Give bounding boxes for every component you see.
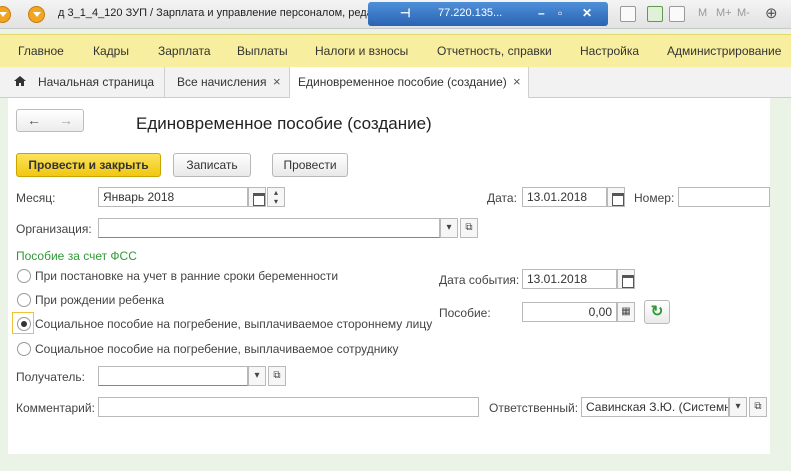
remote-session-bar[interactable]: ⊣ 77.220.135... – ▫ ✕ <box>368 2 608 26</box>
month-calendar-button[interactable] <box>248 187 266 207</box>
open-icon: ⧉ <box>754 401 762 412</box>
calendar-icon <box>622 275 634 288</box>
forward-arrow-icon[interactable]: → <box>51 111 81 130</box>
event-date-field[interactable]: 13.01.2018 <box>522 269 617 289</box>
radio-funeral-third-party-label[interactable]: Социальное пособие на погребение, выплач… <box>35 317 432 331</box>
radio-childbirth-label[interactable]: При рождении ребенка <box>35 293 164 307</box>
benefit-label: Пособие: <box>439 306 491 320</box>
comment-label: Комментарий: <box>16 401 95 415</box>
save-button[interactable]: Записать <box>173 153 251 177</box>
back-arrow-icon[interactable]: ← <box>19 111 49 130</box>
menu-personnel[interactable]: Кадры <box>93 44 129 58</box>
fss-group-title: Пособие за счет ФСС <box>16 249 137 263</box>
calendar-icon <box>612 193 624 206</box>
event-date-label: Дата события: <box>439 273 520 287</box>
chevron-down-icon: ▾ <box>446 222 452 233</box>
calculator-icon[interactable] <box>647 6 663 22</box>
tab-one-time-benefit-label: Единовременное пособие (создание) <box>298 75 507 89</box>
tab-home[interactable]: Начальная страница <box>0 67 165 97</box>
main-menu-bar: Главное Кадры Зарплата Выплаты Налоги и … <box>0 34 791 68</box>
calculator-icon: ▦ <box>621 306 631 317</box>
month-field[interactable]: Январь 2018 <box>98 187 248 207</box>
responsible-field[interactable]: Савинская З.Ю. (Системный <box>581 397 729 417</box>
responsible-label: Ответственный: <box>489 401 579 415</box>
home-icon <box>14 76 26 86</box>
recipient-dropdown-button[interactable]: ▾ <box>248 366 266 386</box>
open-icon: ⧉ <box>465 222 473 233</box>
calendar-icon <box>253 193 265 206</box>
date-field[interactable]: 13.01.2018 <box>522 187 607 207</box>
organization-open-button[interactable]: ⧉ <box>460 218 478 238</box>
memory-plus-button[interactable]: M+ <box>716 7 732 19</box>
calendar-icon[interactable] <box>669 6 685 22</box>
print-icon[interactable] <box>620 6 636 22</box>
recipient-field[interactable] <box>98 366 248 386</box>
organization-label: Организация: <box>16 222 92 236</box>
tab-home-label: Начальная страница <box>38 75 155 89</box>
radio-childbirth[interactable] <box>17 293 31 307</box>
memory-minus-button[interactable]: M- <box>737 7 750 19</box>
comment-field[interactable] <box>98 397 479 417</box>
responsible-dropdown-button[interactable]: ▾ <box>729 397 747 417</box>
post-button[interactable]: Провести <box>272 153 348 177</box>
page-title: Единовременное пособие (создание) <box>136 114 432 133</box>
organization-field[interactable] <box>98 218 440 238</box>
number-label: Номер: <box>634 191 675 205</box>
number-field[interactable] <box>678 187 770 207</box>
tab-all-accruals-label: Все начисления <box>177 75 267 89</box>
date-calendar-button[interactable] <box>607 187 625 207</box>
window-title: д 3_1_4_120 ЗУП / Зарплата и управление … <box>58 7 388 19</box>
pin-icon[interactable]: ⊣ <box>400 6 410 20</box>
organization-dropdown-button[interactable]: ▾ <box>440 218 458 238</box>
restore-icon[interactable]: ▫ <box>558 6 562 20</box>
close-tab-icon[interactable]: × <box>273 74 281 89</box>
window-title-bar: д 3_1_4_120 ЗУП / Зарплата и управление … <box>0 0 791 29</box>
menu-payments[interactable]: Выплаты <box>237 44 288 58</box>
refresh-button[interactable]: ↻ <box>644 300 670 324</box>
tab-all-accruals[interactable]: Все начисления × <box>165 67 290 97</box>
month-spin-button[interactable]: ▴ ▾ <box>267 187 285 207</box>
close-icon[interactable]: ✕ <box>582 6 592 20</box>
benefit-calculator-button[interactable]: ▦ <box>617 302 635 322</box>
radio-funeral-employee[interactable] <box>17 342 31 356</box>
open-icon: ⧉ <box>273 370 281 381</box>
post-and-close-button[interactable]: Провести и закрыть <box>16 153 161 177</box>
month-label: Месяц: <box>16 191 56 205</box>
menu-main[interactable]: Главное <box>18 44 64 58</box>
recipient-label: Получатель: <box>16 370 85 384</box>
radio-early-pregnancy[interactable] <box>17 269 31 283</box>
document-form: ← → Единовременное пособие (создание) Пр… <box>8 98 770 454</box>
minimize-icon[interactable]: – <box>538 6 545 20</box>
chevron-down-icon: ▾ <box>735 401 741 412</box>
tab-one-time-benefit[interactable]: Единовременное пособие (создание) × <box>290 67 529 99</box>
close-tab-icon[interactable]: × <box>513 74 521 89</box>
radio-early-pregnancy-label[interactable]: При постановке на учет в ранние сроки бе… <box>35 269 338 283</box>
refresh-icon: ↻ <box>650 303 664 320</box>
recipient-open-button[interactable]: ⧉ <box>268 366 286 386</box>
radio-funeral-third-party[interactable] <box>17 317 31 331</box>
date-label: Дата: <box>487 191 517 205</box>
menu-reports[interactable]: Отчетность, справки <box>437 44 552 58</box>
responsible-open-button[interactable]: ⧉ <box>749 397 767 417</box>
menu-taxes[interactable]: Налоги и взносы <box>315 44 408 58</box>
radio-funeral-employee-label[interactable]: Социальное пособие на погребение, выплач… <box>35 342 398 356</box>
benefit-amount-field[interactable]: 0,00 <box>522 302 617 322</box>
history-navigation: ← → <box>16 109 84 132</box>
tab-bar: Начальная страница Все начисления × Един… <box>0 67 791 99</box>
chevron-down-icon: ▾ <box>254 370 260 381</box>
memory-m-button[interactable]: M <box>698 7 707 19</box>
menu-administration[interactable]: Администрирование <box>667 44 781 58</box>
app-logo-icon <box>0 6 11 23</box>
main-menu-icon[interactable] <box>28 6 45 23</box>
menu-settings[interactable]: Настройка <box>580 44 639 58</box>
remote-address: 77.220.135... <box>438 7 503 19</box>
menu-salary[interactable]: Зарплата <box>158 44 211 58</box>
event-date-calendar-button[interactable] <box>617 269 635 289</box>
zoom-icon[interactable]: ⊕ <box>765 4 778 22</box>
